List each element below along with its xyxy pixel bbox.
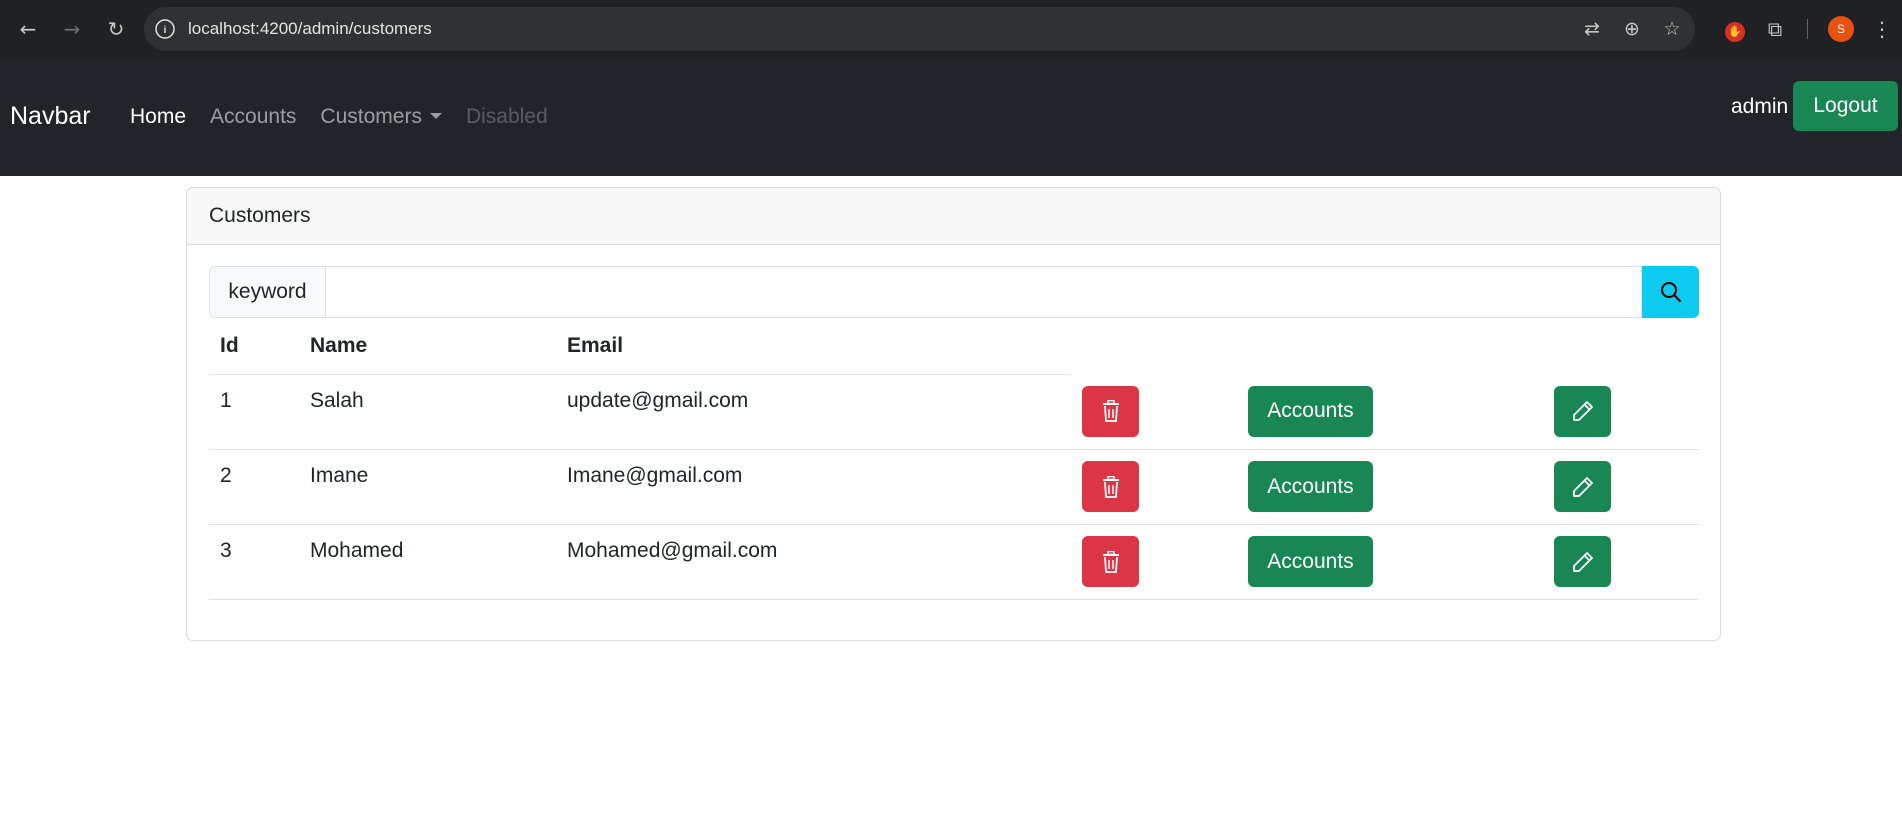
column-header-email: Email <box>556 318 1071 375</box>
accounts-button[interactable]: Accounts <box>1248 461 1373 512</box>
cell-edit <box>1543 374 1699 450</box>
cell-email: Imane@gmail.com <box>556 449 1071 525</box>
browser-menu-icon[interactable]: ⋮ <box>1862 17 1902 41</box>
search-form: keyword <box>209 266 1699 318</box>
site-info-icon[interactable]: i <box>155 19 175 39</box>
delete-button[interactable] <box>1082 461 1139 512</box>
cell-accounts: Accounts <box>1237 449 1543 525</box>
cell-email: update@gmail.com <box>556 374 1071 450</box>
keyword-input[interactable] <box>326 266 1642 318</box>
customers-card: Customers keyword Id Name Email 1 Salah … <box>186 187 1721 641</box>
cell-email: Mohamed@gmail.com <box>556 524 1071 600</box>
reload-icon[interactable]: ↻ <box>94 11 138 47</box>
logout-button[interactable]: Logout <box>1793 81 1898 131</box>
cell-edit <box>1543 449 1699 525</box>
trash-icon <box>1102 475 1119 498</box>
url-text[interactable]: localhost:4200/admin/customers <box>188 19 432 39</box>
nav-link-home[interactable]: Home <box>130 105 186 129</box>
cell-id: 2 <box>209 449 299 525</box>
zoom-icon[interactable]: ⊕ <box>1619 18 1645 40</box>
search-button[interactable] <box>1642 266 1699 318</box>
cell-id: 1 <box>209 374 299 450</box>
search-icon <box>1660 282 1681 303</box>
forward-arrow-icon[interactable]: → <box>50 11 94 47</box>
cell-delete <box>1071 449 1237 525</box>
cell-delete <box>1071 524 1237 600</box>
pencil-icon <box>1572 401 1593 422</box>
cell-id: 3 <box>209 524 299 600</box>
table-header-row: Id Name Email <box>209 318 1699 375</box>
table-row: 3 Mohamed Mohamed@gmail.com Accounts <box>209 524 1699 600</box>
column-header-edit <box>1543 318 1699 374</box>
cell-delete <box>1071 374 1237 450</box>
pencil-icon <box>1572 551 1593 572</box>
pencil-icon <box>1572 476 1593 497</box>
cell-accounts: Accounts <box>1237 524 1543 600</box>
cell-name: Mohamed <box>299 524 556 600</box>
caret-down-icon <box>429 113 442 119</box>
cell-name: Salah <box>299 374 556 450</box>
delete-button[interactable] <box>1082 536 1139 587</box>
cell-edit <box>1543 524 1699 600</box>
edit-button[interactable] <box>1554 461 1611 512</box>
address-bar[interactable]: i localhost:4200/admin/customers ⇄ ⊕ ☆ <box>144 7 1695 51</box>
card-header: Customers <box>187 188 1720 245</box>
browser-toolbar: ← → ↻ i localhost:4200/admin/customers ⇄… <box>0 0 1902 58</box>
table-row: 1 Salah update@gmail.com Accounts <box>209 374 1699 450</box>
trash-icon <box>1102 550 1119 573</box>
bookmark-star-icon[interactable]: ☆ <box>1659 18 1685 40</box>
navbar-brand[interactable]: Navbar <box>10 102 91 131</box>
cell-name: Imane <box>299 449 556 525</box>
nav-links: Home Accounts Customers Disabled <box>130 105 572 129</box>
app-navbar: Navbar Home Accounts Customers Disabled … <box>0 58 1902 176</box>
extensions-puzzle-icon[interactable]: ⧉ <box>1755 17 1795 41</box>
cell-accounts: Accounts <box>1237 374 1543 450</box>
nav-dropdown-customers-label: Customers <box>320 105 422 128</box>
profile-avatar[interactable]: S <box>1828 16 1854 42</box>
nav-link-accounts[interactable]: Accounts <box>210 105 296 129</box>
trash-icon <box>1102 400 1119 423</box>
search-label: keyword <box>209 266 326 318</box>
column-header-name: Name <box>299 318 556 375</box>
extension-stop-icon[interactable]: ✋ <box>1715 16 1755 42</box>
column-header-id: Id <box>209 318 299 375</box>
table-row: 2 Imane Imane@gmail.com Accounts <box>209 449 1699 525</box>
column-header-accounts <box>1237 318 1543 374</box>
edit-button[interactable] <box>1554 536 1611 587</box>
accounts-button[interactable]: Accounts <box>1248 385 1373 437</box>
column-header-delete <box>1071 318 1237 374</box>
back-arrow-icon[interactable]: ← <box>6 11 50 47</box>
toolbar-divider <box>1807 19 1808 39</box>
customers-table: Id Name Email 1 Salah update@gmail.com A… <box>209 318 1699 600</box>
accounts-button[interactable]: Accounts <box>1248 536 1373 587</box>
nav-link-disabled: Disabled <box>465 105 548 128</box>
current-username: admin <box>1731 95 1789 118</box>
delete-button[interactable] <box>1082 385 1139 437</box>
edit-button[interactable] <box>1554 385 1611 437</box>
translate-icon[interactable]: ⇄ <box>1579 18 1605 40</box>
nav-dropdown-customers[interactable]: Customers <box>320 105 442 129</box>
